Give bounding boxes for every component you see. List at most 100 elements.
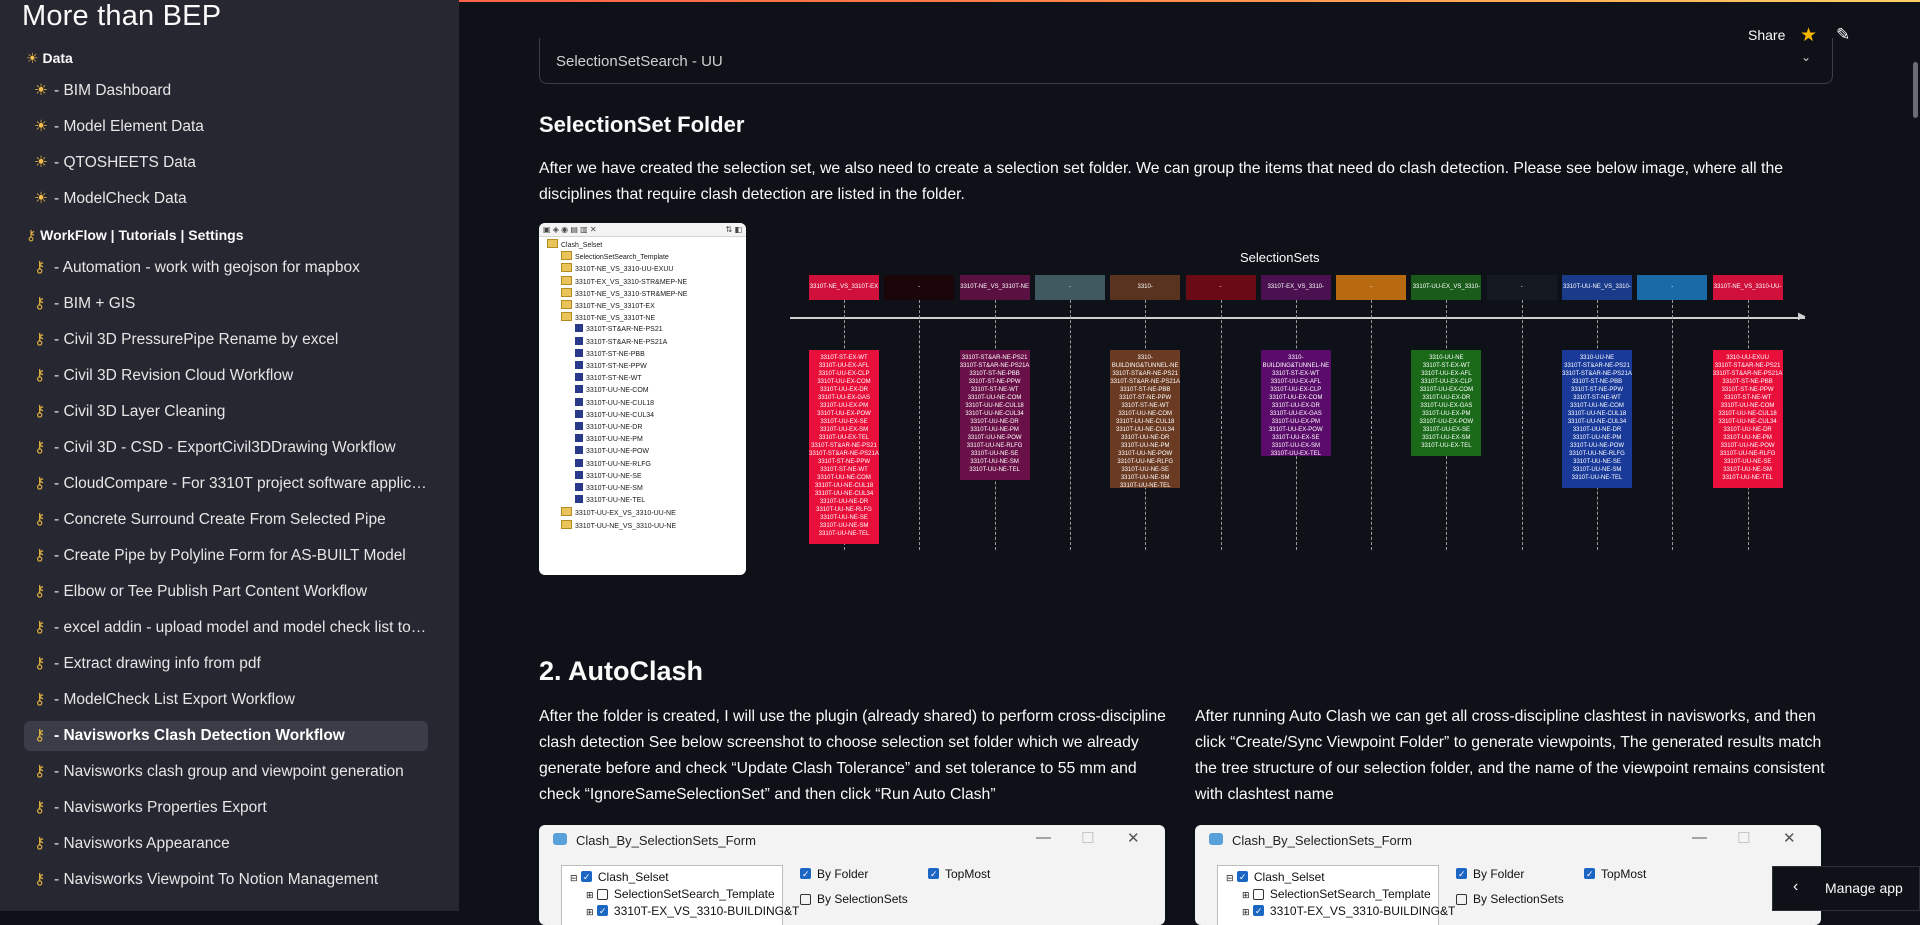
chevron-left-icon: ‹: [1793, 878, 1799, 895]
folder-icon: [561, 507, 572, 517]
diagram-column-row: 3310T-UU-EX-SM: [1271, 443, 1320, 449]
autoclash-left-paragraph: After the folder is created, I will use …: [539, 708, 1166, 803]
diagram-column-row: 3310T-UU-NE-RLFG: [1569, 451, 1625, 457]
sidebar-item[interactable]: ⚷ - Civil 3D Layer Cleaning: [24, 397, 428, 427]
tree-node: 3310T-UU-NE-PM: [575, 434, 643, 446]
diagram-column-row: 3310T-UU-NE-CUL18: [1567, 411, 1627, 417]
form-tree-item: ⊞ SelectionSetSearch_Template: [1242, 887, 1431, 901]
form-screenshot-left: Clash_By_SelectionSets_Form — ☐ ✕ ⊟ Clas…: [539, 825, 1165, 925]
diagram-column-row: 3310T-UU-EX-PM: [819, 403, 869, 409]
diagram-column-row: 3310T-UU-NE-RLFG: [1719, 451, 1776, 457]
sidebar-item-label: - Elbow or Tee Publish Part Content Work…: [54, 583, 368, 600]
sidebar-item[interactable]: ☀ - Model Element Data: [24, 112, 428, 142]
sidebar-item[interactable]: ⚷ - Navisworks clash group and viewpoint …: [24, 757, 428, 787]
diagram-guide-line: [1672, 300, 1674, 550]
by-folder-checkbox: By Folder: [800, 867, 868, 881]
sidebar-item[interactable]: ⚷ - BIM + GIS: [24, 289, 428, 319]
sidebar-item[interactable]: ⚷ - Create Pipe by Polyline Form for AS-B…: [24, 541, 428, 571]
tree-node: 3310T-UU-NE-COM: [575, 385, 649, 397]
pencil-icon[interactable]: ✎: [1836, 25, 1850, 45]
form-title: Clash_By_SelectionSets_Form: [1232, 833, 1412, 848]
sidebar-item[interactable]: ⚷ - Civil 3D PressurePipe Rename by excel: [24, 325, 428, 355]
diagram-header-box: 3310T-NE_VS_3310-UU-EXU: [1712, 275, 1783, 300]
tree-node: 3310T-UU-NE_VS_3310-UU-NE: [561, 519, 676, 533]
sidebar-item[interactable]: ⚷ - excel addin - upload model and model …: [24, 613, 428, 643]
sidebar-item[interactable]: ⚷ - Navisworks Clash Detection Workflow: [24, 721, 428, 751]
key-icon: ⚷: [34, 655, 46, 672]
chevron-down-icon[interactable]: ⌄: [1801, 50, 1811, 64]
sidebar-item[interactable]: ⚷ - Civil 3D Revision Cloud Workflow: [24, 361, 428, 391]
tree-node: 3310T-ST-NE-PPW: [575, 361, 647, 373]
diagram-column-row: 3310T-ST-NE-PPW: [1721, 387, 1774, 393]
app-title: More than BEP: [22, 0, 222, 32]
sidebar: More than BEP ☀ Data ☀ - BIM Dashboard ☀ - M…: [0, 0, 459, 911]
sidebar-item[interactable]: ⚷ - Navisworks Appearance: [24, 829, 428, 859]
diagram-column-row: 3310T-ST&AR-NE-PS21: [1112, 371, 1179, 377]
form-tree-item: ⊞ SelectionSetSearch_Template: [586, 887, 775, 901]
manage-app-button[interactable]: ‹ Manage app: [1772, 866, 1920, 911]
diagram-column-row: 3310T-UU-NE-TEL: [969, 467, 1020, 473]
axis-arrow-icon: ▶: [1798, 311, 1806, 322]
tree-node: 3310T-UU-NE-CUL18: [575, 397, 654, 410]
close-icon: ✕: [1783, 830, 1796, 847]
key-icon: ⚷: [34, 799, 46, 816]
sidebar-item[interactable]: ⚷ - Extract drawing info from pdf: [24, 649, 428, 679]
sidebar-item[interactable]: ⚷ - ModelCheck List Export Workflow: [24, 685, 428, 715]
page-scrollbar[interactable]: [1913, 62, 1918, 118]
tree-node: 3310T-UU-NE-POW: [575, 446, 649, 458]
diagram-column-row: 3310T-UU-EX-AFL: [818, 363, 870, 369]
diagram-column-row: 3310T-ST-NE-PPW: [1119, 395, 1172, 401]
sidebar-item[interactable]: ⚷ - Concrete Surround Create From Selecte…: [24, 505, 428, 535]
selection-set-icon: [575, 458, 583, 467]
diagram-guide-line: [919, 300, 921, 550]
tree-node: 3310T-UU-NE-TEL: [575, 495, 645, 507]
diagram-column-row: 3310T-UU-NE-DR: [1121, 435, 1170, 441]
diagram-column-row: 3310T-ST-NE-WT: [1121, 403, 1170, 409]
sidebar-item-label: - excel addin - upload model and model c…: [54, 619, 428, 636]
sidebar-item[interactable]: ⚷ - Navisworks Viewpoint To Notion Manage…: [24, 865, 428, 895]
sidebar-item[interactable]: ⚷ - Navisworks Properties Export: [24, 793, 428, 823]
minimize-icon: —: [1692, 829, 1707, 846]
diagram-header-box: 3310T-UU-NE_VS_3310-UU-NE: [1562, 275, 1632, 300]
selection-set-icon: [575, 373, 583, 382]
sidebar-item[interactable]: ⚷ - Civil 3D - CSD - ExportCivil3DDrawing…: [24, 433, 428, 463]
diagram-column-row: 3310T-UU-EX-SE: [1272, 435, 1320, 441]
diagram-column-row: 3310T-ST-NE-WT: [1573, 395, 1621, 401]
sidebar-item[interactable]: ⚷ - CloudCompare - For 3310T project soft…: [24, 469, 428, 499]
selection-set-select[interactable]: [539, 38, 1833, 84]
diagram-column-row: 3310T-UU-NE-CUL18: [1718, 411, 1777, 417]
diagram-column-row: 3310T-UU-NE-TEL: [1722, 475, 1773, 481]
sidebar-item[interactable]: ☀ - ModelCheck Data: [24, 184, 428, 214]
tree-node: 3310T-EX_VS_3310-STR&MEP-NE: [561, 275, 687, 289]
sidebar-item[interactable]: ⚷ - Elbow or Tee Publish Part Content Wor…: [24, 577, 428, 607]
diagram-header-box: 3310T-EX_VS_3310-STR&MEP: [1260, 275, 1331, 300]
tree-node: 3310T-NE_VS_3310T-NE: [561, 312, 655, 325]
diagram-column-row: 3310T-UU-EX-POW: [1419, 419, 1474, 425]
diagram-column-box: 3310-UU-EXUU 3310T-ST&AR-NE-PS21 3310T-ST&…: [1712, 350, 1783, 488]
key-icon: ⚷: [34, 367, 46, 384]
selection-set-icon: [575, 434, 583, 443]
key-icon: ⚷: [34, 835, 46, 852]
diagram-column-row: 3310T-ST-NE-PBB: [1120, 387, 1171, 393]
tree-node: 3310T-UU-NE-RLFG: [575, 458, 651, 471]
diagram-column-row: 3310T-UU-NE-TEL: [1571, 475, 1623, 481]
diagram-column-row: 3310-BUILDING&TUNNEL-NE: [1262, 355, 1330, 369]
diagram-column-row: 3310T-UU-NE-TEL: [818, 531, 870, 537]
diagram-column-row: 3310T-UU-NE-COM: [1118, 411, 1173, 417]
sidebar-item[interactable]: ☀ - BIM Dashboard: [24, 76, 428, 106]
diagram-column-row: 3310T-ST-NE-WT: [1723, 395, 1772, 401]
diagram-column-row: 3310T-UU-EX-SM: [819, 427, 869, 433]
sidebar-item[interactable]: ⚷ - Automation - work with geojson for ma…: [24, 253, 428, 283]
diagram-column-row: 3310T-UU-EX-DR: [1271, 403, 1320, 409]
diagram-column-row: 3310T-UU-NE-CUL34: [965, 411, 1024, 417]
folder-icon: [561, 287, 572, 297]
diagram-column-row: 3310T-UU-NE-CUL18: [814, 483, 874, 489]
diagram-column-row: 3310T-ST&AR-NE-PS21: [811, 443, 877, 449]
diagram-column-row: 3310T-UU-NE-PM: [970, 427, 1019, 433]
sidebar-item-label: - Civil 3D PressurePipe Rename by excel: [54, 331, 339, 348]
sidebar-item[interactable]: ☀ - QTOSHEETS Data: [24, 148, 428, 178]
diagram-header-box: -: [884, 275, 955, 300]
app-logo-icon: [553, 833, 567, 845]
diagram-column-row: 3310T-UU-NE-POW: [1569, 443, 1624, 449]
diagram-header-box: -: [1486, 275, 1557, 300]
